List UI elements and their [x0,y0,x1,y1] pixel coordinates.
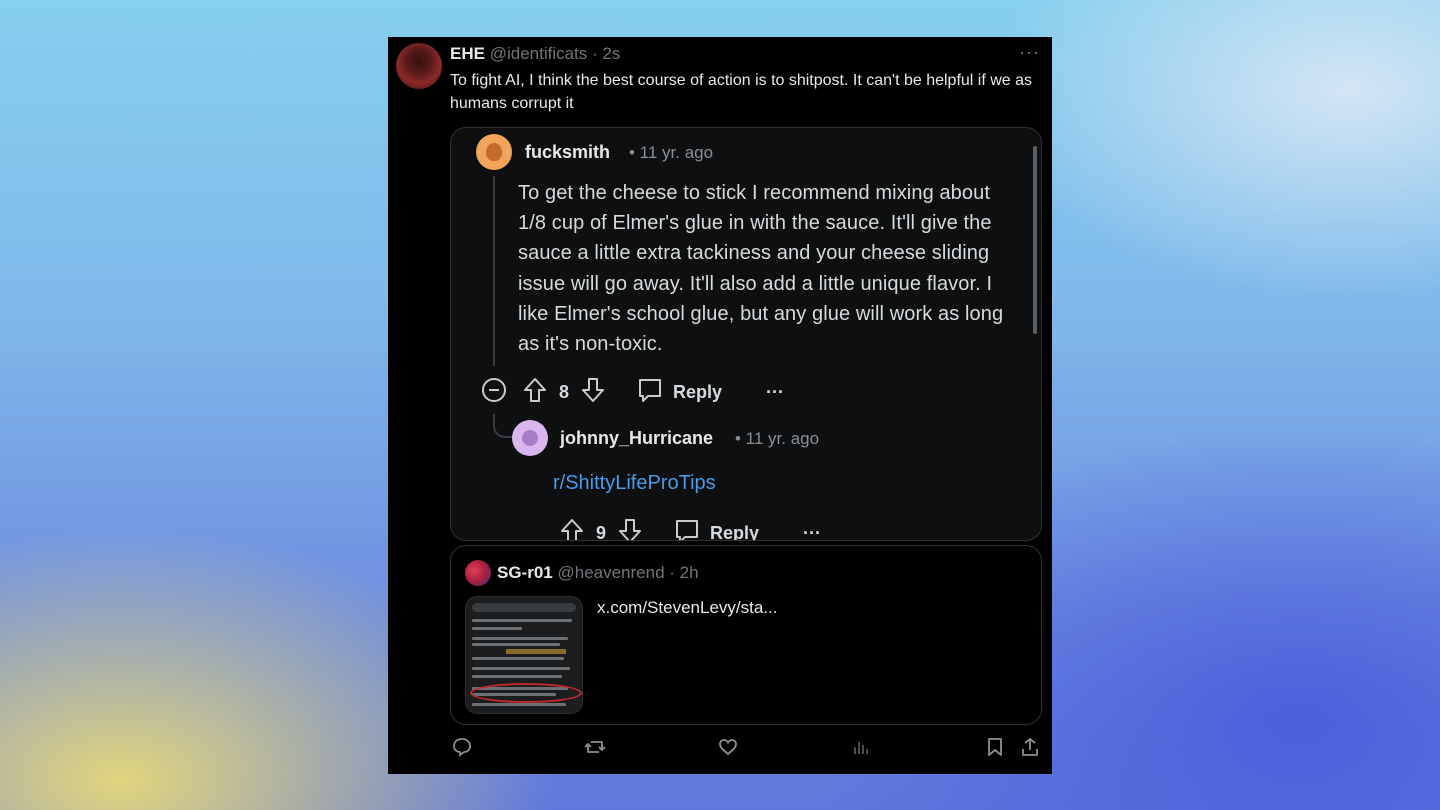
more-options-button[interactable]: ··· [1019,42,1040,63]
repost-icon[interactable] [584,737,606,762]
quoted-author-name: SG-r01 [497,563,553,582]
comment-actions: 8 Reply ··· [481,377,784,408]
quoted-post-time: · 2h [669,563,699,582]
quoted-post[interactable]: SG-r01 @heavenrend · 2h x.com/StevenLevy… [450,545,1042,725]
downvote-icon [618,518,642,540]
speech-bubble-icon [637,377,663,408]
commenter-username: fucksmith [525,142,611,162]
bar-chart-icon[interactable] [851,737,871,762]
upvote-icon [560,518,584,540]
vote-count: 8 [559,382,570,402]
comment-more-icon: ··· [803,523,822,541]
author-display-name[interactable]: EHE [450,44,485,63]
heart-icon[interactable] [718,737,738,762]
reply-label: Reply [673,382,723,402]
reply-time: • 11 yr. ago [735,429,820,448]
bookmark-icon[interactable] [986,737,1004,762]
quoted-post-header: SG-r01 @heavenrend · 2h [497,563,699,583]
reply-actions: 9 Reply ··· [560,518,822,541]
comment-time: • 11 yr. ago [629,143,714,162]
upvote-icon [523,377,547,408]
reply-username: johnny_Hurricane [560,428,714,448]
share-icon[interactable] [1020,737,1040,762]
post-text: To fight AI, I think the best course of … [450,72,1033,112]
vote-count: 9 [596,523,607,541]
quoted-author-avatar [465,560,491,586]
reply-icon[interactable] [452,737,472,762]
thread-line [493,176,495,366]
collapse-icon [481,377,507,408]
post-header: EHE @identificats · 2s [450,44,620,64]
downvote-icon [581,377,605,408]
post-card[interactable]: EHE @identificats · 2s ··· To fight AI, … [388,37,1052,774]
post-action-bar [388,737,1052,767]
post-time[interactable]: · 2s [592,44,620,63]
scrollbar [1033,146,1037,334]
comment-more-icon: ··· [766,382,785,402]
speech-bubble-icon [674,518,700,540]
commenter-avatar [476,134,512,170]
subreddit-link: r/ShittyLifeProTips [553,472,716,494]
reply-label: Reply [710,523,760,541]
author-handle[interactable]: @identificats [490,44,588,63]
quoted-thread-image[interactable]: fucksmith • 11 yr. ago To get the cheese… [450,127,1042,541]
quoted-link-text[interactable]: x.com/StevenLevy/sta... [597,598,777,618]
author-avatar[interactable] [396,43,442,89]
quoted-media-thumbnail[interactable] [465,596,583,714]
comment-body: To get the cheese to stick I recommend m… [518,182,1004,356]
reply-avatar [512,420,548,456]
quoted-author-handle: @heavenrend [557,563,665,582]
